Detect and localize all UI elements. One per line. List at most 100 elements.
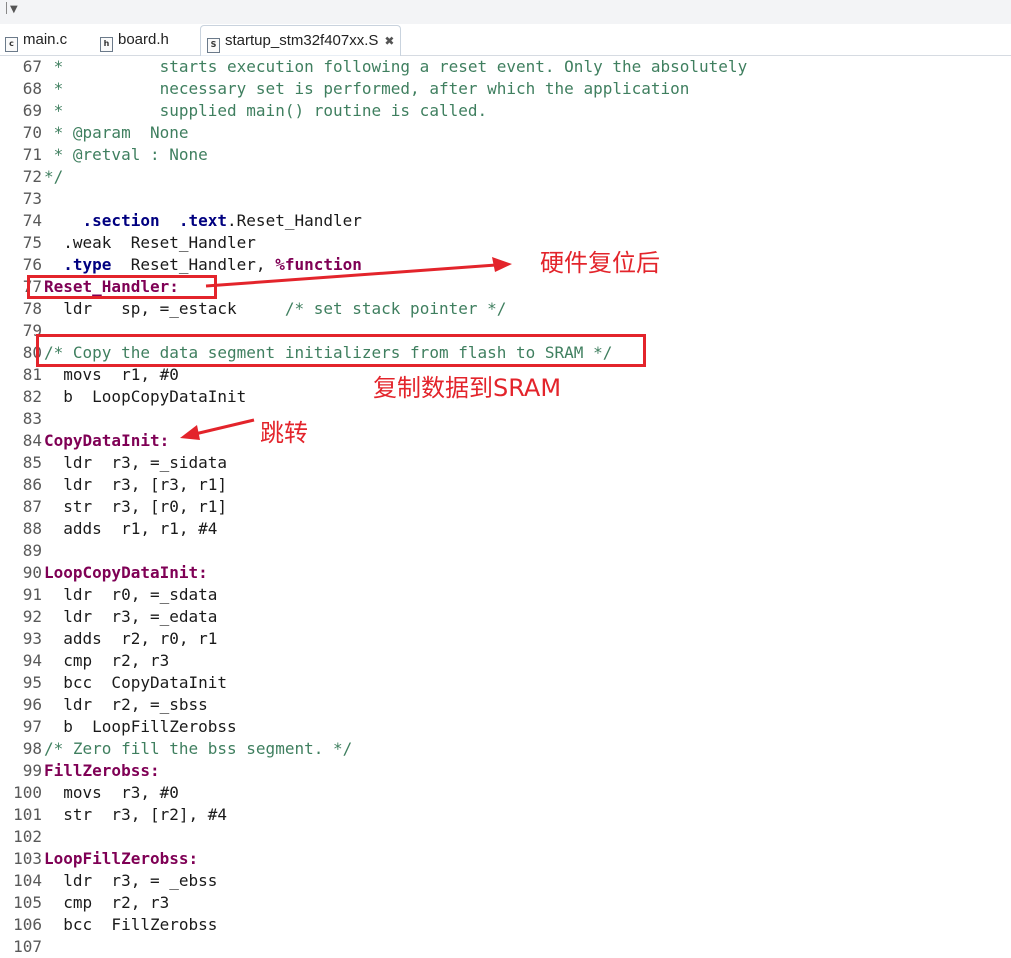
line-text: b LoopFillZerobss	[44, 716, 236, 738]
code-line[interactable]: 78 ldr sp, =_estack /* set stack pointer…	[0, 298, 1011, 320]
line-text: FillZerobss:	[44, 760, 160, 782]
line-text: .weak Reset_Handler	[44, 232, 256, 254]
code-line[interactable]: 75 .weak Reset_Handler	[0, 232, 1011, 254]
line-number: 103	[13, 849, 42, 868]
code-line[interactable]: 100 movs r3, #0	[0, 782, 1011, 804]
code-token: str r3, [r2], #4	[44, 805, 228, 824]
line-text: CopyDataInit:	[44, 430, 169, 452]
code-line[interactable]: 72 */	[0, 166, 1011, 188]
line-number: 75	[22, 233, 42, 252]
code-line[interactable]: 67 * starts execution following a reset …	[0, 56, 1011, 78]
code-line[interactable]: 107	[0, 936, 1011, 958]
line-number: 82	[22, 387, 42, 406]
code-token: .weak Reset_Handler	[44, 233, 256, 252]
code-token: movs r1, #0	[44, 365, 179, 384]
code-token: ldr r3, =_edata	[44, 607, 218, 626]
code-line[interactable]: 93 adds r2, r0, r1	[0, 628, 1011, 650]
line-text: b LoopCopyDataInit	[44, 386, 246, 408]
code-line[interactable]: 94 cmp r2, r3	[0, 650, 1011, 672]
code-line[interactable]: 87 str r3, [r0, r1]	[0, 496, 1011, 518]
line-text: ldr sp, =_estack /* set stack pointer */	[44, 298, 506, 320]
line-number: 83	[22, 409, 42, 428]
code-line[interactable]: 97 b LoopFillZerobss	[0, 716, 1011, 738]
chevron-down-icon[interactable]: ▼	[10, 4, 18, 15]
code-editor[interactable]: 67 * starts execution following a reset …	[0, 56, 1011, 956]
line-number: 93	[22, 629, 42, 648]
code-token: ldr r3, = _ebss	[44, 871, 218, 890]
code-token: ldr r2, =_sbss	[44, 695, 208, 714]
tab-board-h[interactable]: h board.h	[100, 24, 169, 55]
line-text: str r3, [r2], #4	[44, 804, 227, 826]
code-token: */	[44, 167, 64, 186]
code-token: .section	[82, 211, 160, 230]
code-token: * @param None	[44, 123, 189, 142]
code-token: * necessary set is performed, after whic…	[44, 79, 690, 98]
line-number: 96	[22, 695, 42, 714]
code-line[interactable]: 98/* Zero fill the bss segment. */	[0, 738, 1011, 760]
code-line[interactable]: 76 .type Reset_Handler, %function	[0, 254, 1011, 276]
code-line[interactable]: 99 FillZerobss:	[0, 760, 1011, 782]
code-line[interactable]: 68 * necessary set is performed, after w…	[0, 78, 1011, 100]
line-text: */	[44, 166, 63, 188]
code-token: Reset_Handler,	[111, 255, 276, 274]
line-number: 99	[22, 761, 42, 780]
code-line[interactable]: 96 ldr r2, =_sbss	[0, 694, 1011, 716]
line-text: ldr r3, =_edata	[44, 606, 217, 628]
close-icon[interactable]: ✖	[384, 26, 394, 56]
code-token: str r3, [r0, r1]	[44, 497, 228, 516]
line-text: * @retval : None	[44, 144, 208, 166]
code-line[interactable]: 106 bcc FillZerobss	[0, 914, 1011, 936]
code-line[interactable]: 89	[0, 540, 1011, 562]
code-line[interactable]: 102	[0, 826, 1011, 848]
code-line[interactable]: 101 str r3, [r2], #4	[0, 804, 1011, 826]
line-number: 69	[22, 101, 42, 120]
line-text: LoopFillZerobss:	[44, 848, 198, 870]
code-line[interactable]: 83	[0, 408, 1011, 430]
line-number: 100	[13, 783, 42, 802]
tab-label: startup_stm32f407xx.S	[225, 32, 379, 49]
tab-main-c[interactable]: c main.c	[5, 24, 67, 55]
editor-toolbar: ▼	[0, 0, 1011, 25]
line-text: * supplied main() routine is called.	[44, 100, 487, 122]
code-token: /* set stack pointer */	[284, 299, 507, 318]
line-text: movs r1, #0	[44, 364, 179, 386]
code-token: LoopCopyDataInit:	[44, 563, 208, 582]
code-token: * starts execution following a reset eve…	[44, 57, 748, 76]
code-line[interactable]: 69 * supplied main() routine is called.	[0, 100, 1011, 122]
copy-note: 复制数据到SRAM	[373, 374, 562, 402]
code-line[interactable]: 104 ldr r3, = _ebss	[0, 870, 1011, 892]
line-number: 88	[22, 519, 42, 538]
line-number: 105	[13, 893, 42, 912]
code-line[interactable]: 92 ldr r3, =_edata	[0, 606, 1011, 628]
line-number: 74	[22, 211, 42, 230]
code-line[interactable]: 91 ldr r0, =_sdata	[0, 584, 1011, 606]
code-line[interactable]: 103 LoopFillZerobss:	[0, 848, 1011, 870]
tab-startup-s[interactable]: Sstartup_stm32f407xx.S ✖	[200, 25, 402, 56]
line-number: 86	[22, 475, 42, 494]
tab-label: main.c	[23, 31, 68, 48]
code-line[interactable]: 90 LoopCopyDataInit:	[0, 562, 1011, 584]
code-line[interactable]: 95 bcc CopyDataInit	[0, 672, 1011, 694]
code-line[interactable]: 71 * @retval : None	[0, 144, 1011, 166]
code-line[interactable]: 105 cmp r2, r3	[0, 892, 1011, 914]
code-token: bcc CopyDataInit	[44, 673, 228, 692]
line-number: 72	[22, 167, 42, 186]
line-number: 92	[22, 607, 42, 626]
code-line[interactable]: 74 .section .text.Reset_Handler	[0, 210, 1011, 232]
code-line[interactable]: 85 ldr r3, =_sidata	[0, 452, 1011, 474]
code-line[interactable]: 88 adds r1, r1, #4	[0, 518, 1011, 540]
line-number: 67	[22, 57, 42, 76]
code-line[interactable]: 70 * @param None	[0, 122, 1011, 144]
code-line[interactable]: 86 ldr r3, [r3, r1]	[0, 474, 1011, 496]
code-line[interactable]: 84 CopyDataInit:	[0, 430, 1011, 452]
line-text: ldr r3, =_sidata	[44, 452, 227, 474]
line-number: 91	[22, 585, 42, 604]
toolbar-grip[interactable]	[0, 2, 7, 14]
code-line[interactable]: 73	[0, 188, 1011, 210]
line-number: 84	[22, 431, 42, 450]
line-text: * necessary set is performed, after whic…	[44, 78, 690, 100]
copy-comment-highlight-box	[36, 334, 646, 367]
line-number: 104	[13, 871, 42, 890]
